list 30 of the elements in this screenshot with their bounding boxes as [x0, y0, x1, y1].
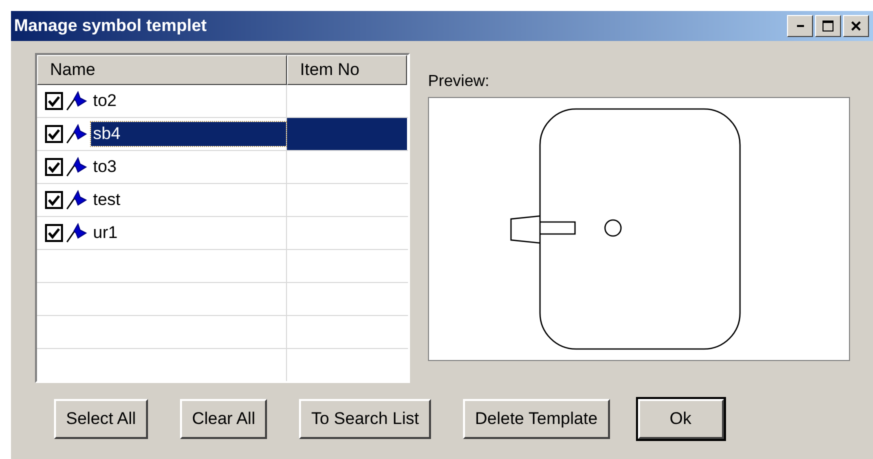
dialog-button[interactable]: To Search List: [299, 399, 431, 439]
column-header[interactable]: Item No: [287, 55, 407, 85]
flag-icon: [66, 91, 88, 111]
flag-icon: [66, 190, 88, 210]
minimize-icon: [796, 25, 804, 27]
checkbox[interactable]: [45, 92, 63, 110]
dialog-button[interactable]: Delete Template: [462, 399, 610, 439]
minimize-button[interactable]: [787, 15, 813, 37]
close-icon: [850, 20, 862, 32]
flag-icon: [66, 124, 88, 144]
dialog-button[interactable]: Ok: [638, 399, 724, 439]
checkbox[interactable]: [45, 158, 63, 176]
window-title: Manage symbol templet: [14, 16, 208, 36]
dialog-button[interactable]: Select All: [54, 399, 148, 439]
close-button[interactable]: [843, 15, 869, 37]
preview-label: Preview:: [428, 73, 490, 91]
dialog-button[interactable]: Clear All: [180, 399, 268, 439]
flag-icon: [66, 223, 88, 243]
maximize-icon: [822, 20, 834, 32]
flag-icon: [66, 157, 88, 177]
checkbox[interactable]: [45, 125, 63, 143]
template-name[interactable]: to2: [91, 89, 119, 113]
checkbox[interactable]: [45, 191, 63, 209]
column-header[interactable]: Name: [37, 55, 287, 85]
template-name[interactable]: to3: [91, 155, 119, 179]
checkbox[interactable]: [45, 224, 63, 242]
template-name[interactable]: test: [91, 188, 122, 212]
template-name[interactable]: ur1: [91, 221, 120, 245]
maximize-button[interactable]: [815, 15, 841, 37]
template-name[interactable]: sb4: [91, 122, 286, 146]
